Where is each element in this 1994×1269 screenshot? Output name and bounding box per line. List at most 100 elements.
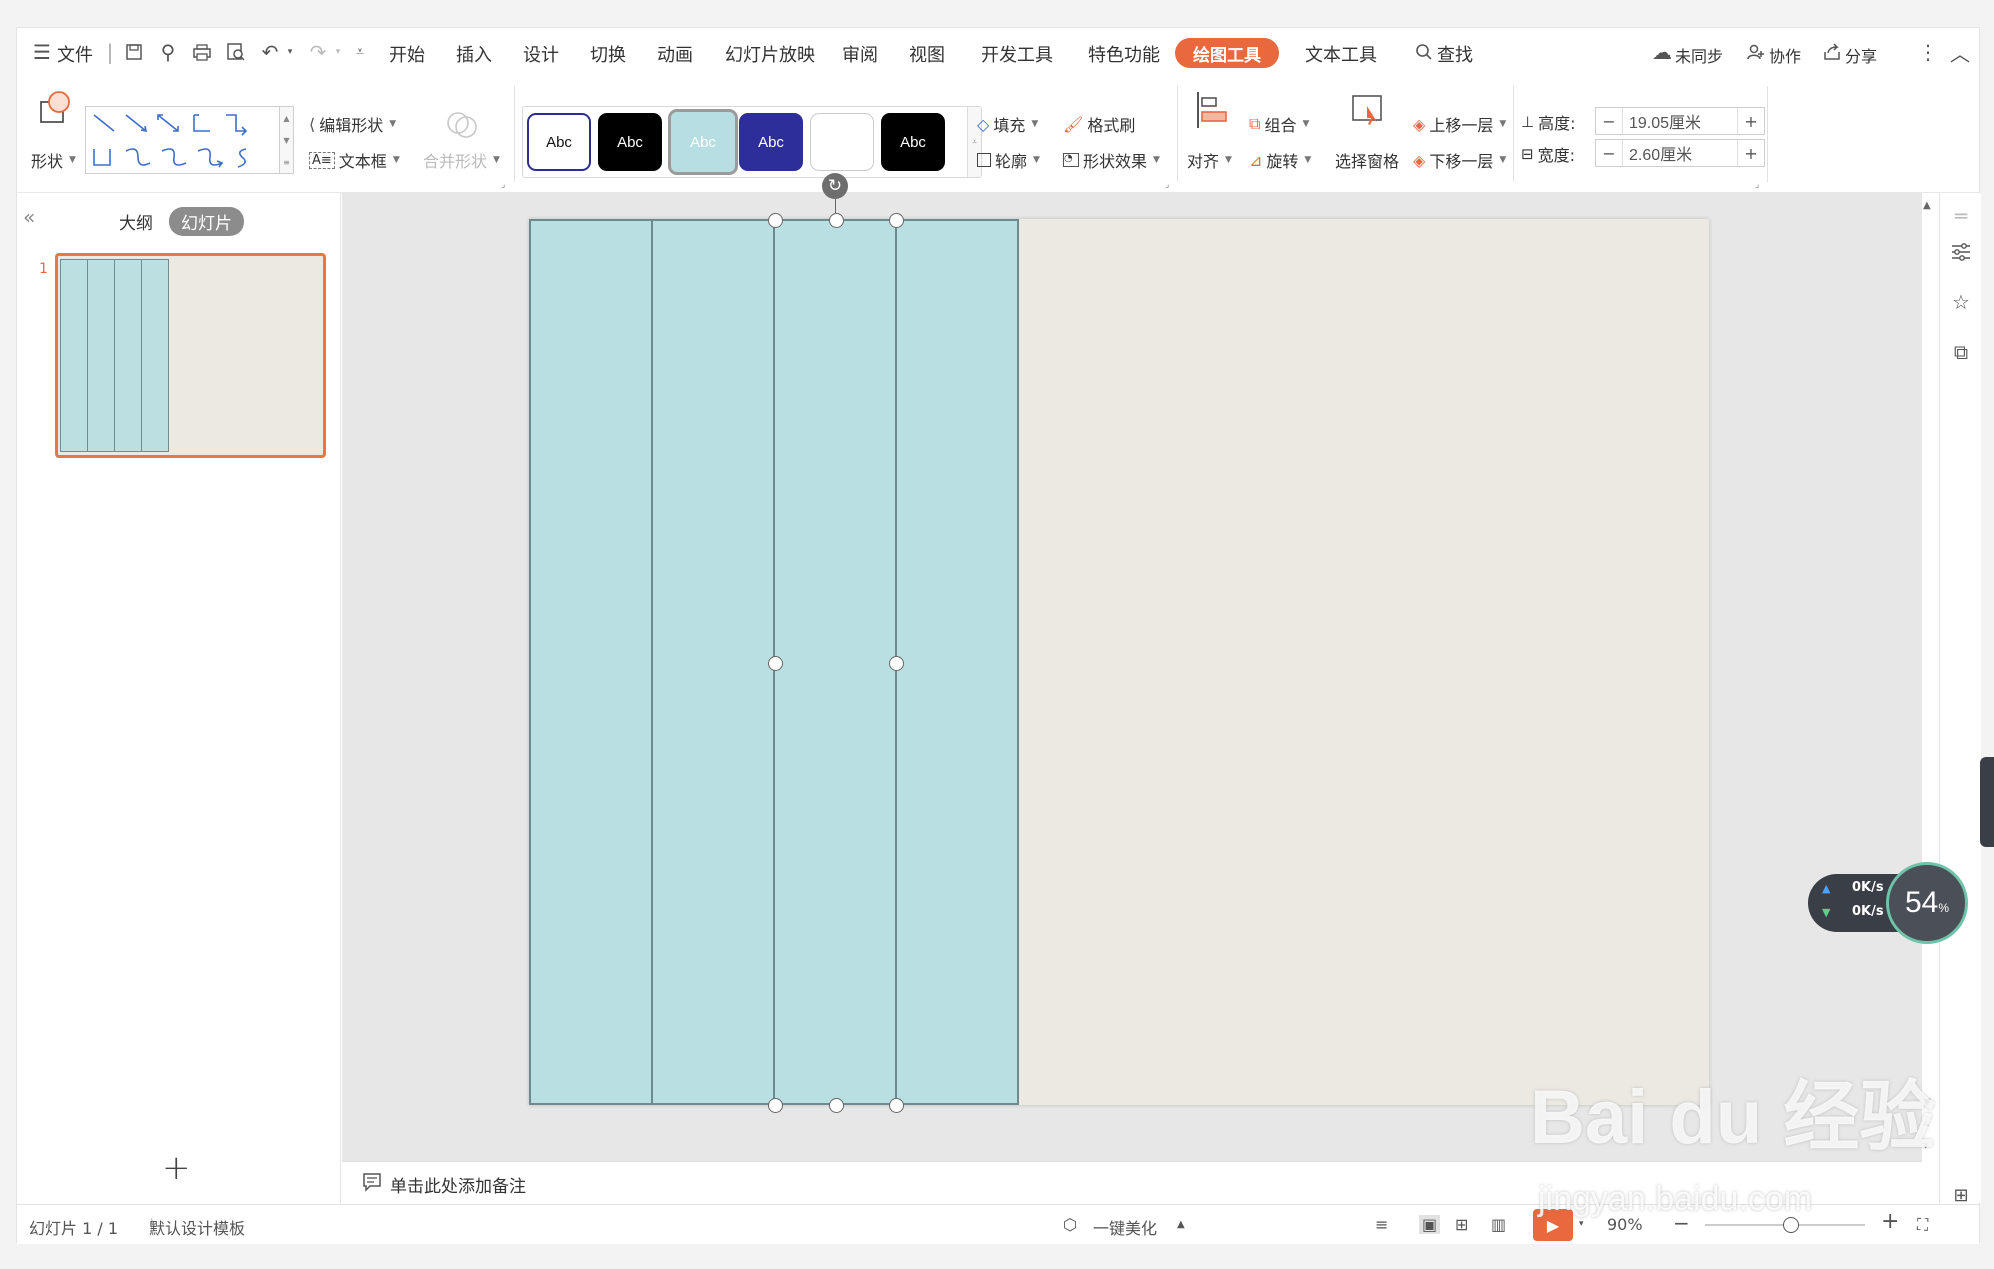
width-input[interactable] — [1622, 140, 1738, 166]
height-input[interactable] — [1622, 108, 1738, 134]
style-group-launcher-icon[interactable]: ⌟ — [1165, 180, 1169, 190]
properties-icon[interactable] — [1948, 239, 1974, 265]
play-dropdown-icon[interactable]: ▾ — [1579, 1219, 1584, 1229]
sync-status[interactable]: 未同步 — [1675, 43, 1723, 67]
save-icon[interactable] — [121, 39, 147, 65]
resize-handle-right[interactable] — [889, 656, 904, 671]
collab-icon[interactable] — [1743, 39, 1769, 65]
reading-view-icon[interactable]: ▥ — [1491, 1215, 1506, 1234]
height-decrease-button[interactable]: − — [1596, 112, 1622, 131]
collab-button[interactable]: 协作 — [1769, 43, 1801, 67]
tab-animations[interactable]: 动画 — [657, 41, 693, 67]
fill-button[interactable]: ◇ 填充 ▼ — [977, 112, 1038, 136]
rotate-button[interactable]: ⊿ 旋转 ▼ — [1249, 148, 1311, 172]
resize-handle-bottom-left[interactable] — [768, 1098, 783, 1113]
vertical-scrollbar[interactable]: ▲ ▼ ⩓ ⩔ — [1919, 200, 1937, 1160]
rectangle-column-1[interactable] — [529, 219, 653, 1105]
rectangle-column-3-selected[interactable] — [773, 219, 897, 1105]
add-slide-icon[interactable]: + — [162, 1148, 191, 1188]
tab-home[interactable]: 开始 — [389, 41, 425, 67]
share-icon[interactable] — [1819, 39, 1845, 65]
rectangle-column-2[interactable] — [651, 219, 775, 1105]
cloud-sync-icon[interactable]: ☁ — [1649, 39, 1675, 65]
animation-star-icon[interactable]: ☆ — [1948, 289, 1974, 315]
rectangle-column-4[interactable] — [895, 219, 1019, 1105]
shapes-button[interactable]: 形状 ▼ — [31, 148, 76, 172]
customize-toolbar-icon[interactable]: ⩡ — [347, 39, 373, 65]
send-backward-button[interactable]: ◈ 下移一层 ▼ — [1413, 148, 1506, 172]
rotate-handle-icon[interactable]: ↻ — [822, 173, 848, 199]
resize-handle-top-right[interactable] — [889, 213, 904, 228]
height-increase-button[interactable]: + — [1738, 112, 1764, 131]
resize-handle-top[interactable] — [829, 213, 844, 228]
style-swatch-navy[interactable]: Abc — [739, 113, 803, 171]
style-swatch-black-2[interactable]: Abc — [881, 113, 945, 171]
format-painter-quick-icon[interactable]: ⚲ — [155, 39, 181, 65]
tab-transitions[interactable]: 切换 — [590, 41, 626, 67]
tab-outline[interactable]: 大纲 — [119, 209, 153, 234]
line-shapes-gallery[interactable] — [85, 106, 280, 174]
size-group-launcher-icon[interactable]: ⌟ — [1755, 180, 1759, 190]
notes-toggle-icon[interactable]: ≡ — [1375, 1215, 1388, 1234]
fit-window-icon[interactable]: ⛶ — [1917, 1215, 1928, 1235]
print-icon[interactable] — [189, 39, 215, 65]
collapse-panel-icon[interactable]: « — [23, 205, 35, 229]
tab-review[interactable]: 审阅 — [842, 41, 878, 67]
collapse-ribbon-icon[interactable]: ︿ — [1947, 39, 1973, 66]
slide-thumbnail[interactable] — [55, 253, 326, 458]
width-increase-button[interactable]: + — [1738, 144, 1764, 163]
tab-slides[interactable]: 幻灯片 — [169, 207, 244, 236]
normal-view-icon[interactable]: ▣ — [1419, 1215, 1441, 1234]
tab-design[interactable]: 设计 — [523, 41, 559, 67]
group-button[interactable]: ⧉ 组合 ▼ — [1249, 112, 1309, 136]
beautify-button[interactable]: 一键美化 — [1093, 1215, 1157, 1239]
align-button[interactable]: 对齐 ▼ — [1187, 148, 1232, 172]
style-swatch-black[interactable]: Abc — [598, 113, 662, 171]
memory-usage-gauge[interactable]: 54% — [1886, 862, 1968, 944]
more-options-icon[interactable]: ⋮ — [1915, 39, 1941, 65]
beautify-icon[interactable]: ⬡ — [1063, 1215, 1077, 1234]
zoom-in-icon[interactable]: + — [1881, 1209, 1899, 1234]
resize-handle-bottom-right[interactable] — [889, 1098, 904, 1113]
print-preview-icon[interactable] — [223, 39, 249, 65]
width-decrease-button[interactable]: − — [1596, 144, 1622, 163]
beautify-caret-icon[interactable]: ▲ — [1177, 1219, 1185, 1230]
style-swatch-teal-selected[interactable]: Abc — [668, 109, 738, 175]
slide-sorter-icon[interactable]: ⊞ — [1455, 1215, 1468, 1234]
edge-widget-tab[interactable] — [1980, 757, 1994, 847]
shapes-icon[interactable] — [35, 88, 75, 131]
resize-handle-bottom[interactable] — [829, 1098, 844, 1113]
zoom-slider-thumb[interactable] — [1783, 1217, 1799, 1233]
search-icon[interactable] — [1411, 39, 1437, 65]
share-button[interactable]: 分享 — [1845, 43, 1877, 67]
tab-text-tools[interactable]: 文本工具 — [1305, 41, 1377, 67]
slide[interactable] — [529, 219, 1709, 1105]
undo-dropdown-icon[interactable]: ▾ — [277, 39, 303, 65]
slide-transition-icon[interactable]: ⧉ — [1948, 339, 1974, 365]
resize-handle-top-left[interactable] — [768, 213, 783, 228]
bring-forward-button[interactable]: ◈ 上移一层 ▼ — [1413, 112, 1506, 136]
tab-insert[interactable]: 插入 — [456, 41, 492, 67]
selection-pane-button[interactable]: 选择窗格 — [1335, 148, 1399, 172]
search-button[interactable]: 查找 — [1437, 41, 1473, 67]
tab-view[interactable]: 视图 — [909, 41, 945, 67]
style-swatch-blank[interactable] — [810, 113, 874, 171]
shape-group-launcher-icon[interactable]: ⌟ — [501, 180, 505, 190]
template-name[interactable]: 默认设计模板 — [149, 1215, 245, 1239]
tab-slideshow[interactable]: 幻灯片放映 — [725, 41, 815, 67]
tab-drawing-tools[interactable]: 绘图工具 — [1175, 38, 1279, 68]
text-box-button[interactable]: A≡ 文本框 ▼ — [309, 148, 400, 172]
line-gallery-scroll[interactable]: ▲ ▼ ≡ — [280, 106, 294, 174]
style-swatch-white-outline[interactable]: Abc — [527, 113, 591, 171]
outline-button[interactable]: 轮廓 ▼ — [977, 148, 1040, 172]
merge-shapes-button[interactable]: 合并形状 ▼ — [423, 148, 500, 172]
file-menu[interactable]: 文件 — [57, 41, 93, 67]
hamburger-menu-icon[interactable]: ☰ — [29, 39, 55, 65]
format-painter-button[interactable]: 🖌 格式刷 — [1063, 112, 1135, 136]
shape-effects-button[interactable]: ◔ 形状效果 ▼ — [1063, 148, 1160, 172]
resize-handle-left[interactable] — [768, 656, 783, 671]
tab-developer[interactable]: 开发工具 — [981, 41, 1053, 67]
edit-shape-button[interactable]: ⟨ 编辑形状 ▼ — [309, 112, 396, 136]
scroll-up-icon[interactable]: ▲ — [1923, 200, 1931, 211]
tab-special-features[interactable]: 特色功能 — [1088, 41, 1160, 67]
